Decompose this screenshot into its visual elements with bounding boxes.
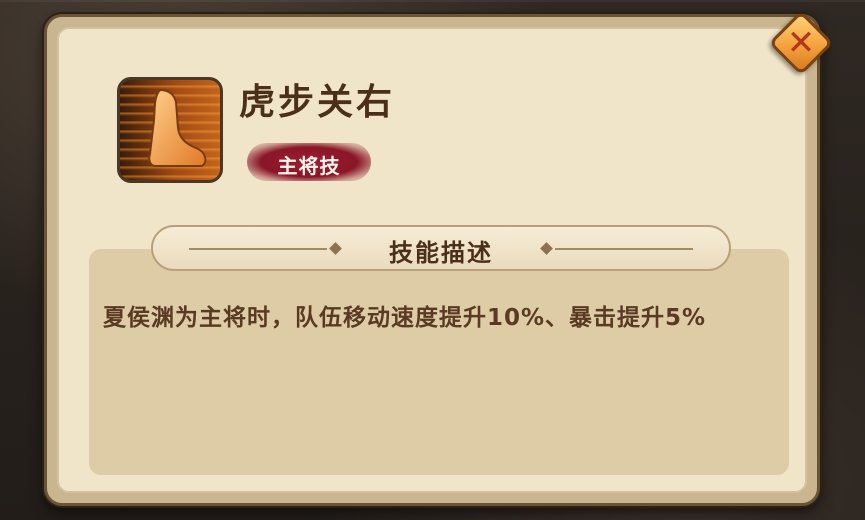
- skill-tag-label: 主将技: [277, 154, 341, 178]
- skill-dialog: 虎步关右 主将技 技能描述 夏侯渊为主将时，队伍移动速度提升10%、暴击提升5%: [44, 14, 820, 506]
- foot-glyph: [148, 88, 207, 167]
- dialog-body: 虎步关右 主将技 技能描述 夏侯渊为主将时，队伍移动速度提升10%、暴击提升5%: [57, 27, 807, 493]
- close-button[interactable]: ✕: [766, 8, 836, 78]
- close-icon: ✕: [786, 23, 816, 63]
- skill-tag-badge: 主将技: [247, 143, 371, 181]
- running-foot-icon: [117, 77, 223, 183]
- description-text: 夏侯渊为主将时，队伍移动速度提升10%、暴击提升5%: [103, 305, 707, 331]
- header-divider-right: [555, 248, 693, 250]
- skill-name: 虎步关右: [239, 82, 396, 123]
- description-header-label: 技能描述: [389, 239, 493, 267]
- description-header: 技能描述: [151, 225, 731, 271]
- description-panel: [89, 249, 789, 475]
